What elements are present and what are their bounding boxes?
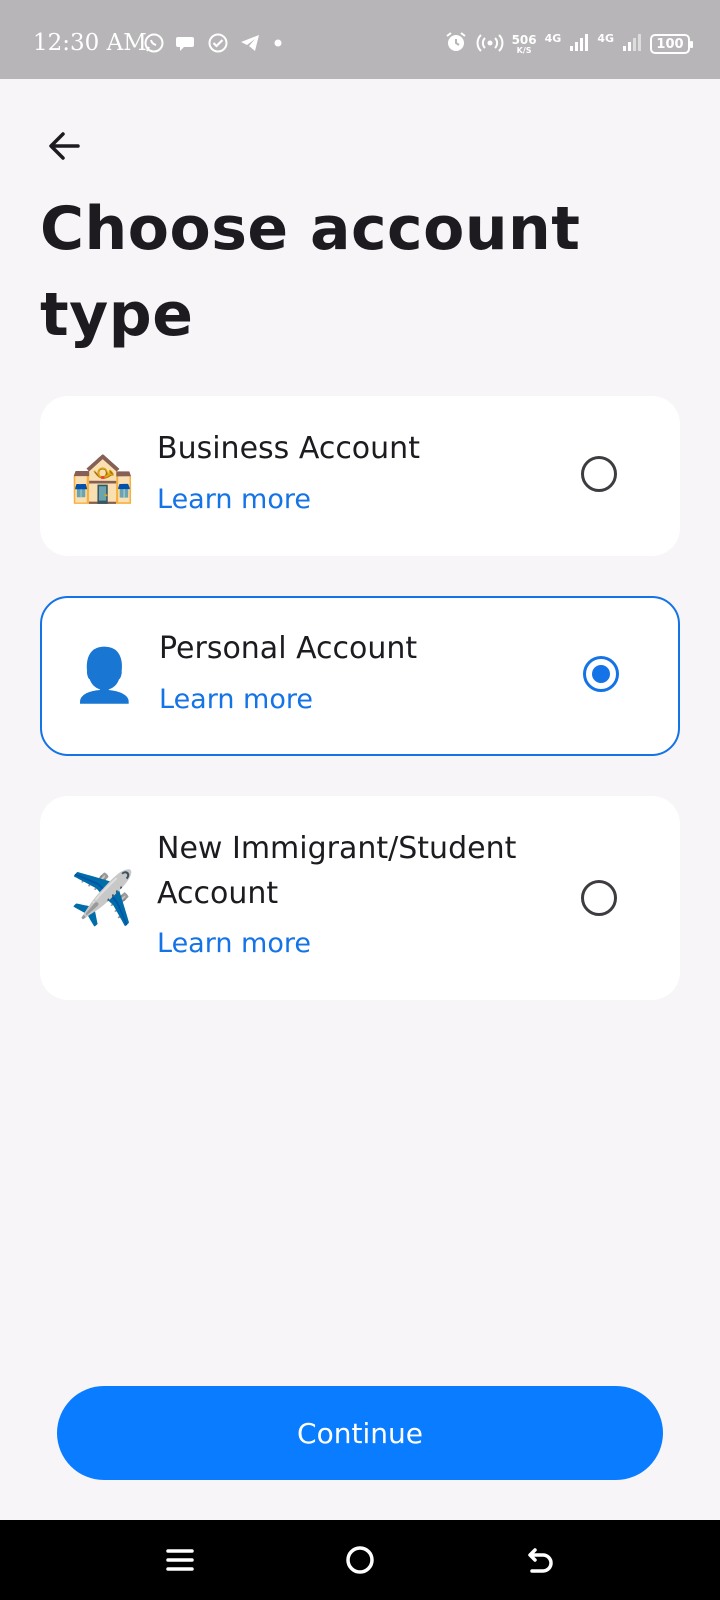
menu-lines-icon xyxy=(166,1549,194,1571)
system-icons: 506 K/S 4G 4G 100 xyxy=(444,30,693,58)
hotspot-icon xyxy=(476,30,504,58)
network-type-1: 4G xyxy=(544,31,562,45)
status-bar: 12:30 AM 506 K/S 4G 4G 100 xyxy=(0,0,720,79)
notification-icons xyxy=(143,32,285,58)
radio-immigrant-student[interactable] xyxy=(581,880,617,916)
speed-value: 506 xyxy=(511,32,537,47)
account-option-immigrant-student[interactable]: ✈️ New Immigrant/Student Account Learn m… xyxy=(40,796,680,1000)
learn-more-link[interactable]: Learn more xyxy=(157,928,311,959)
airplane-icon: ✈️ xyxy=(70,869,135,929)
chat-bubble-icon xyxy=(175,32,197,58)
arrow-left-icon xyxy=(49,132,80,160)
account-option-personal[interactable]: 👤 Personal Account Learn more xyxy=(40,596,680,756)
alarm-icon xyxy=(444,30,468,58)
check-circle-icon xyxy=(207,32,229,58)
option-label: Personal Account xyxy=(159,631,418,666)
recents-button[interactable] xyxy=(158,1538,202,1582)
radio-business[interactable] xyxy=(581,456,617,492)
learn-more-link[interactable]: Learn more xyxy=(159,684,313,715)
option-label: Business Account xyxy=(157,431,420,466)
person-silhouette-icon: 👤 xyxy=(72,646,137,706)
signal-icon-2 xyxy=(622,32,642,56)
system-nav-bar xyxy=(0,1520,720,1600)
battery-icon: 100 xyxy=(650,34,693,54)
whatsapp-icon xyxy=(143,32,165,58)
back-nav-button[interactable] xyxy=(518,1538,562,1582)
post-office-icon: 🏤 xyxy=(70,446,135,506)
return-arrow-icon xyxy=(528,1548,553,1573)
status-time: 12:30 AM xyxy=(33,30,147,56)
account-option-business[interactable]: 🏤 Business Account Learn more xyxy=(40,396,680,556)
circle-home-icon xyxy=(346,1546,374,1574)
telegram-icon xyxy=(239,32,261,58)
more-dot-icon xyxy=(271,32,285,58)
signal-icon xyxy=(569,32,589,56)
continue-button[interactable]: Continue xyxy=(57,1386,663,1480)
learn-more-link[interactable]: Learn more xyxy=(157,484,311,515)
battery-level: 100 xyxy=(656,36,684,52)
radio-personal[interactable] xyxy=(583,656,619,692)
back-button[interactable] xyxy=(40,122,88,170)
network-speed: 506 K/S xyxy=(512,34,537,55)
speed-unit: K/S xyxy=(516,45,532,55)
page-title: Choose account type xyxy=(40,194,581,350)
network-type-2: 4G xyxy=(597,31,614,45)
option-label: New Immigrant/Student Account xyxy=(157,831,517,911)
home-button[interactable] xyxy=(338,1538,382,1582)
